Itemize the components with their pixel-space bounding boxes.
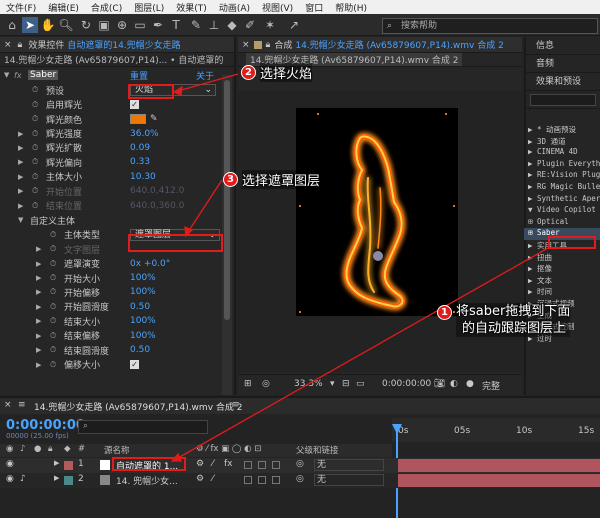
step-2-text: 选择火焰 xyxy=(260,63,313,82)
step-1-number: 1 xyxy=(437,305,452,320)
step-3-text: 选择遮罩图层 xyxy=(242,170,321,189)
step-1-text-a: 将saber拖拽到下面 xyxy=(456,304,571,319)
step-1-text-b: 的自动跟踪图层上 xyxy=(462,321,567,336)
annotation-step-3: 3 选择遮罩图层 xyxy=(223,170,321,189)
annotation-step-1: 1 将saber拖拽到下面 的自动跟踪图层上 xyxy=(437,303,571,337)
step-3-number: 3 xyxy=(223,172,238,187)
annotation-step-2: 2 选择火焰 xyxy=(241,63,313,82)
step-2-number: 2 xyxy=(241,65,256,80)
